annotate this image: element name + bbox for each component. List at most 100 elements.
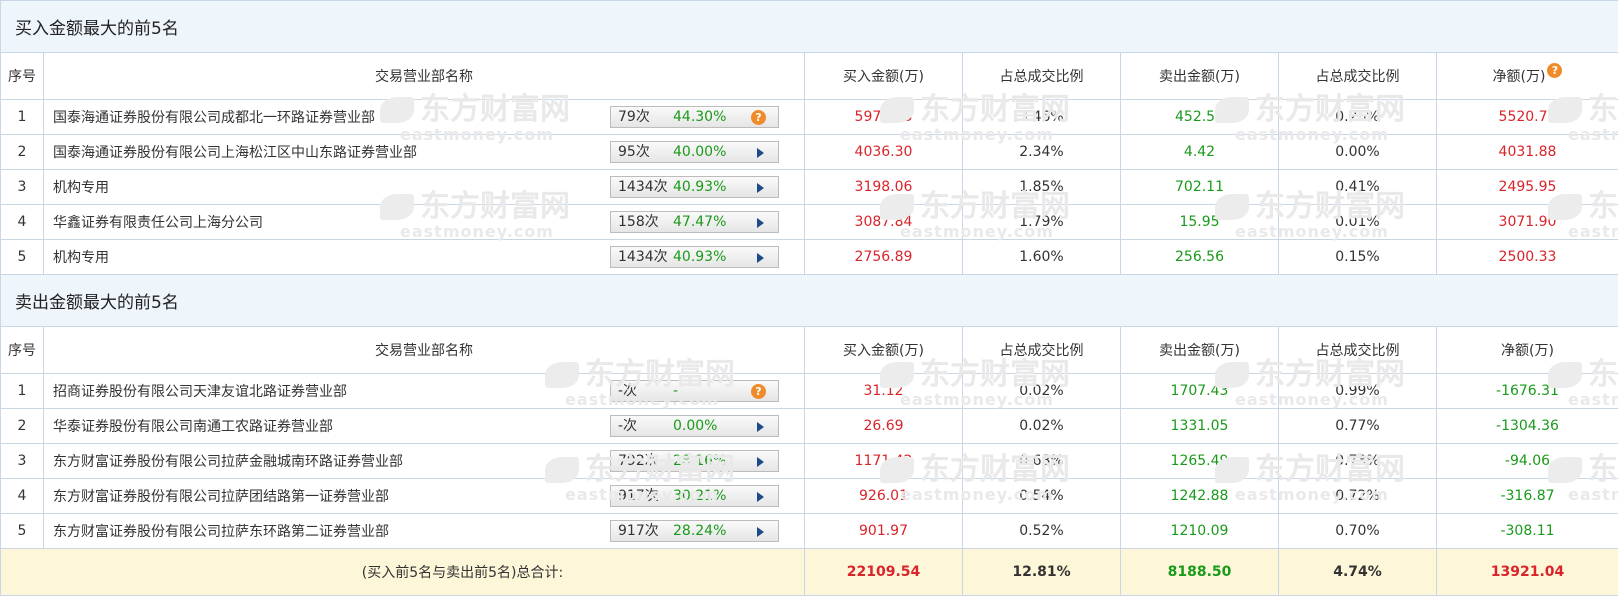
buy-section-title: 买入金额最大的前5名 [0, 0, 1618, 53]
seat-stats-button[interactable]: 792次 28.16% [610, 450, 779, 472]
row-index: 1 [0, 99, 44, 135]
help-icon[interactable]: ? [751, 110, 766, 125]
arrow-right-icon[interactable] [757, 422, 764, 432]
col-header-buy-ratio: 占总成交比例 [962, 52, 1121, 100]
seat-trade-count: 917次 [618, 488, 659, 504]
buy-amount: 1171.42 [804, 443, 963, 479]
buy-amount: 2756.89 [804, 239, 963, 275]
seat-name-cell: 国泰海通证券股份有限公司上海松江区中山东路证券营业部 95次 40.00% [43, 134, 805, 170]
seat-trade-count: 917次 [618, 523, 659, 539]
seat-win-rate: 44.30% [673, 109, 727, 125]
seat-name-cell: 华泰证券股份有限公司南通工农路证券营业部 -次 0.00% [43, 408, 805, 444]
buy-amount: 31.12 [804, 373, 963, 409]
sell-amount: 4.42 [1120, 134, 1279, 170]
arrow-right-icon[interactable] [757, 218, 764, 228]
arrow-right-icon[interactable] [757, 253, 764, 263]
sell-ratio: 0.77% [1278, 408, 1437, 444]
seat-name-link[interactable]: 华鑫证券有限责任公司上海分公司 [53, 212, 263, 232]
seat-win-rate: 40.93% [673, 249, 727, 265]
sell-rows: 1 招商证券股份有限公司天津友谊北路证券营业部 -次 -? 31.12 0.02% 1707… [0, 373, 1618, 549]
buy-amount: 4036.30 [804, 134, 963, 170]
seat-name-link[interactable]: 机构专用 [53, 247, 109, 267]
seat-name-link[interactable]: 机构专用 [53, 177, 109, 197]
total-section: (买入前5名与卖出前5名)总合计: 22109.54 12.81% 8188.5… [0, 548, 1618, 596]
seat-stats-button[interactable]: -次 -? [610, 380, 779, 402]
buy-amount: 3087.84 [804, 204, 963, 240]
seat-name-cell: 机构专用 1434次 40.93% [43, 239, 805, 275]
seat-name-cell: 东方财富证券股份有限公司拉萨金融城南环路证券营业部 792次 28.16% [43, 443, 805, 479]
sell-amount: 1707.43 [1120, 373, 1279, 409]
seat-win-rate: 0.00% [673, 418, 718, 434]
seat-name-link[interactable]: 东方财富证券股份有限公司拉萨东环路第二证券营业部 [53, 521, 389, 541]
row-index: 2 [0, 134, 44, 170]
seat-win-rate: 30.21% [673, 488, 727, 504]
seat-stats-button[interactable]: 95次 40.00% [610, 141, 779, 163]
seat-name-cell: 招商证券股份有限公司天津友谊北路证券营业部 -次 -? [43, 373, 805, 409]
arrow-right-icon[interactable] [757, 148, 764, 158]
help-icon[interactable]: ? [751, 384, 766, 399]
help-icon[interactable]: ? [1547, 63, 1563, 78]
buy-amount: 3198.06 [804, 169, 963, 205]
seat-stats-button[interactable]: 158次 47.47% [610, 211, 779, 233]
total-label: (买入前5名与卖出前5名)总合计: [0, 548, 805, 596]
seat-name-link[interactable]: 国泰海通证券股份有限公司上海松江区中山东路证券营业部 [53, 142, 417, 162]
net-amount: 2500.33 [1436, 239, 1618, 275]
seat-stats-button[interactable]: 917次 30.21% [610, 485, 779, 507]
col-header-seat-name: 交易营业部名称 [43, 326, 805, 374]
sell-ratio: 0.99% [1278, 373, 1437, 409]
buy-ratio: 0.02% [962, 408, 1121, 444]
seat-name-link[interactable]: 国泰海通证券股份有限公司成都北一环路证券营业部 [53, 107, 375, 127]
seat-stats-button[interactable]: 1434次 40.93% [610, 246, 779, 268]
dragon-tiger-list-panel: 买入金额最大的前5名 序号 交易营业部名称 买入金额(万) 占总成交比例 卖出金… [0, 0, 1618, 601]
arrow-right-icon[interactable] [757, 527, 764, 537]
seat-trade-count: -次 [618, 383, 638, 399]
table-row: 3 东方财富证券股份有限公司拉萨金融城南环路证券营业部 792次 28.16% 1171… [0, 443, 1618, 479]
buy-ratio: 2.34% [962, 134, 1121, 170]
seat-name-link[interactable]: 东方财富证券股份有限公司拉萨金融城南环路证券营业部 [53, 451, 403, 471]
arrow-right-icon[interactable] [757, 183, 764, 193]
sell-ratio: 0.01% [1278, 204, 1437, 240]
seat-win-rate: - [673, 383, 679, 399]
seat-win-rate: 47.47% [673, 214, 727, 230]
row-index: 2 [0, 408, 44, 444]
col-header-index: 序号 [0, 326, 44, 374]
seat-win-rate: 40.93% [673, 179, 727, 195]
row-index: 3 [0, 443, 44, 479]
col-header-sell-amount: 卖出金额(万) [1120, 52, 1279, 100]
sell-ratio: 0.70% [1278, 513, 1437, 549]
row-index: 5 [0, 513, 44, 549]
seat-name-link[interactable]: 华泰证券股份有限公司南通工农路证券营业部 [53, 416, 333, 436]
col-header-net-amount: 净额(万)? [1436, 52, 1618, 100]
seat-name-link[interactable]: 招商证券股份有限公司天津友谊北路证券营业部 [53, 381, 347, 401]
net-amount: -316.87 [1436, 478, 1618, 514]
net-amount: -94.06 [1436, 443, 1618, 479]
seat-name-link[interactable]: 东方财富证券股份有限公司拉萨团结路第一证券营业部 [53, 486, 389, 506]
buy-rows: 1 国泰海通证券股份有限公司成都北一环路证券营业部 79次 44.30%? 5973.2… [0, 99, 1618, 275]
seat-trade-count: 158次 [618, 214, 659, 230]
total-sell-amount: 8188.50 [1120, 548, 1279, 596]
col-header-sell-ratio: 占总成交比例 [1278, 52, 1437, 100]
table-row: 4 东方财富证券股份有限公司拉萨团结路第一证券营业部 917次 30.21% 926.0… [0, 478, 1618, 514]
buy-ratio: 0.02% [962, 373, 1121, 409]
seat-stats-button[interactable]: 1434次 40.93% [610, 176, 779, 198]
table-row: 1 国泰海通证券股份有限公司成都北一环路证券营业部 79次 44.30%? 5973.2… [0, 99, 1618, 135]
seat-name-cell: 国泰海通证券股份有限公司成都北一环路证券营业部 79次 44.30%? [43, 99, 805, 135]
buy-header-row: 序号 交易营业部名称 买入金额(万) 占总成交比例 卖出金额(万) 占总成交比例… [0, 52, 1618, 100]
buy-ratio: 1.85% [962, 169, 1121, 205]
seat-stats-button[interactable]: -次 0.00% [610, 415, 779, 437]
col-header-buy-amount: 买入金额(万) [804, 326, 963, 374]
seat-trade-count: 79次 [618, 109, 650, 125]
row-index: 5 [0, 239, 44, 275]
buy-amount: 926.01 [804, 478, 963, 514]
sell-amount: 15.95 [1120, 204, 1279, 240]
sell-amount: 1331.05 [1120, 408, 1279, 444]
arrow-right-icon[interactable] [757, 457, 764, 467]
seat-name-cell: 东方财富证券股份有限公司拉萨团结路第一证券营业部 917次 30.21% [43, 478, 805, 514]
sell-ratio: 0.26% [1278, 99, 1437, 135]
seat-stats-button[interactable]: 79次 44.30%? [610, 106, 779, 128]
arrow-right-icon[interactable] [757, 492, 764, 502]
seat-trade-count: 1434次 [618, 179, 668, 195]
table-row: 4 华鑫证券有限责任公司上海分公司 158次 47.47% 3087.84 1.79% 15… [0, 204, 1618, 240]
seat-stats-button[interactable]: 917次 28.24% [610, 520, 779, 542]
sell-section: 卖出金额最大的前5名 序号 交易营业部名称 买入金额(万) 占总成交比例 卖出金… [0, 274, 1618, 374]
